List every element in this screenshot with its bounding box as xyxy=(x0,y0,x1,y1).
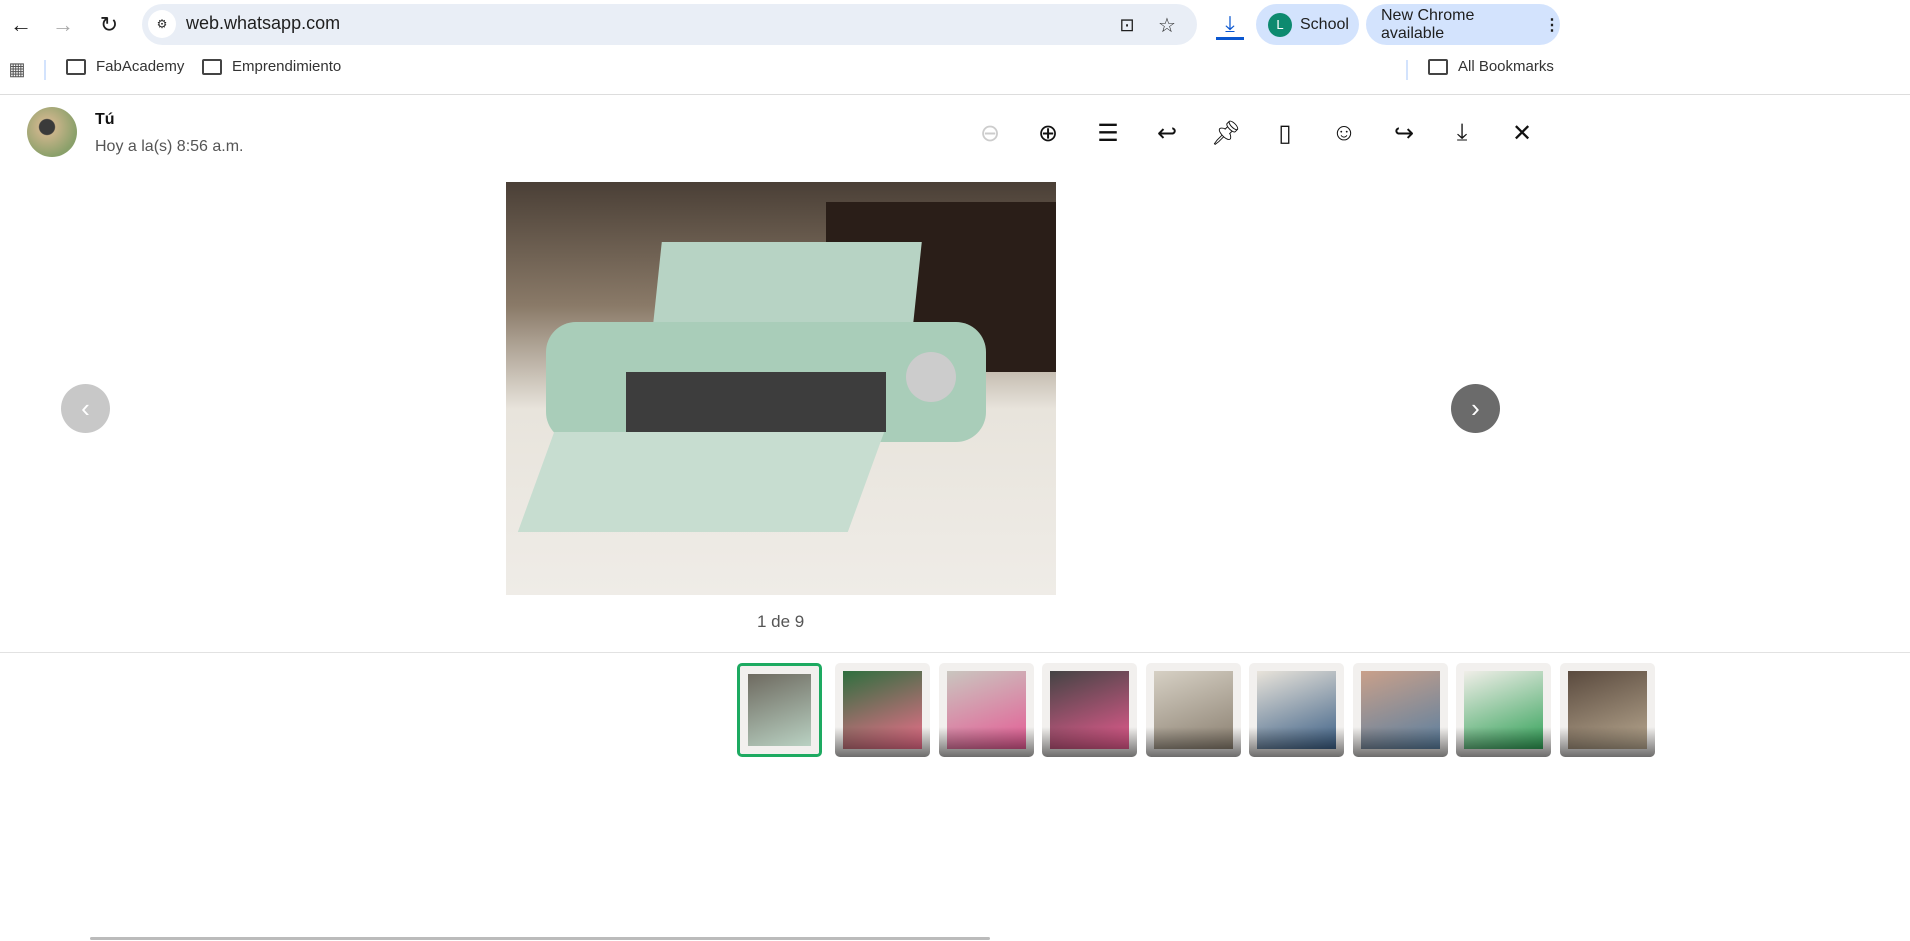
bookmark-star-icon[interactable]: ☆ xyxy=(1154,12,1180,38)
thumbnail[interactable] xyxy=(1249,663,1344,757)
install-app-icon[interactable]: ⊡ xyxy=(1114,12,1140,38)
divider xyxy=(1406,60,1408,80)
download-icon[interactable]: ⤓ xyxy=(1445,116,1479,150)
sender-name: Tú xyxy=(95,111,115,128)
update-chrome-button[interactable]: New Chrome available ⋮ xyxy=(1366,4,1560,45)
all-bookmarks[interactable]: All Bookmarks xyxy=(1428,58,1554,75)
bookmark-icon[interactable]: ▯ xyxy=(1268,116,1302,150)
next-button[interactable]: › xyxy=(1451,384,1500,433)
separator xyxy=(0,652,1910,653)
reply-icon[interactable]: ↩ xyxy=(1150,116,1184,150)
reload-button[interactable]: ↻ xyxy=(94,10,124,40)
horizontal-scrollbar[interactable] xyxy=(90,937,990,940)
update-label: New Chrome available xyxy=(1381,6,1475,42)
close-icon[interactable]: ✕ xyxy=(1505,116,1539,150)
divider xyxy=(44,60,46,80)
pin-icon[interactable]: 📌︎ xyxy=(1209,116,1243,150)
more-icon: ⋮ xyxy=(1544,16,1560,34)
folder-icon xyxy=(66,58,86,75)
profile-button[interactable]: L School xyxy=(1256,4,1359,45)
bookmark-emprendimiento[interactable]: Emprendimiento xyxy=(202,58,341,75)
forward-button[interactable]: → xyxy=(48,10,78,40)
folder-icon xyxy=(1428,58,1448,75)
bookmark-label: All Bookmarks xyxy=(1458,58,1554,75)
forward-icon[interactable]: ↪ xyxy=(1387,116,1421,150)
back-button[interactable]: ← xyxy=(6,10,36,40)
downloads-icon[interactable]: ⤓ xyxy=(1216,10,1244,40)
bookmark-fabacademy[interactable]: FabAcademy xyxy=(66,58,184,75)
bookmark-label: Emprendimiento xyxy=(232,58,342,75)
timestamp: Hoy a la(s) 8:56 a.m. xyxy=(95,138,244,155)
thumbnail[interactable] xyxy=(1456,663,1551,757)
thumbnail[interactable] xyxy=(1352,663,1448,757)
zoom-in-icon[interactable]: ⊕ xyxy=(1031,116,1065,150)
thumbnail[interactable] xyxy=(1559,663,1655,757)
separator xyxy=(0,94,1910,95)
thumbnail[interactable] xyxy=(1042,663,1137,757)
thumbnail[interactable] xyxy=(938,663,1034,757)
previous-button[interactable]: ‹ xyxy=(61,384,110,433)
zoom-out-icon[interactable]: ⊖ xyxy=(973,116,1007,150)
media-image xyxy=(506,182,1056,595)
bookmark-label: FabAcademy xyxy=(96,58,185,75)
apps-icon[interactable]: ▦ xyxy=(6,58,28,80)
profile-name: School xyxy=(1300,15,1349,33)
caption-icon[interactable]: ☰ xyxy=(1091,116,1125,150)
media-counter: 1 de 9 xyxy=(757,612,805,631)
folder-icon xyxy=(202,58,222,75)
avatar: L xyxy=(1268,12,1292,37)
thumbnail[interactable] xyxy=(835,663,930,757)
thumbnail[interactable] xyxy=(1145,663,1241,757)
emoji-icon[interactable]: ☺ xyxy=(1327,116,1361,150)
sender-avatar[interactable] xyxy=(27,107,77,157)
url-text[interactable]: web.whatsapp.com xyxy=(186,13,340,34)
site-settings-icon[interactable]: ⚙ xyxy=(148,10,176,38)
thumbnail[interactable] xyxy=(737,663,822,757)
